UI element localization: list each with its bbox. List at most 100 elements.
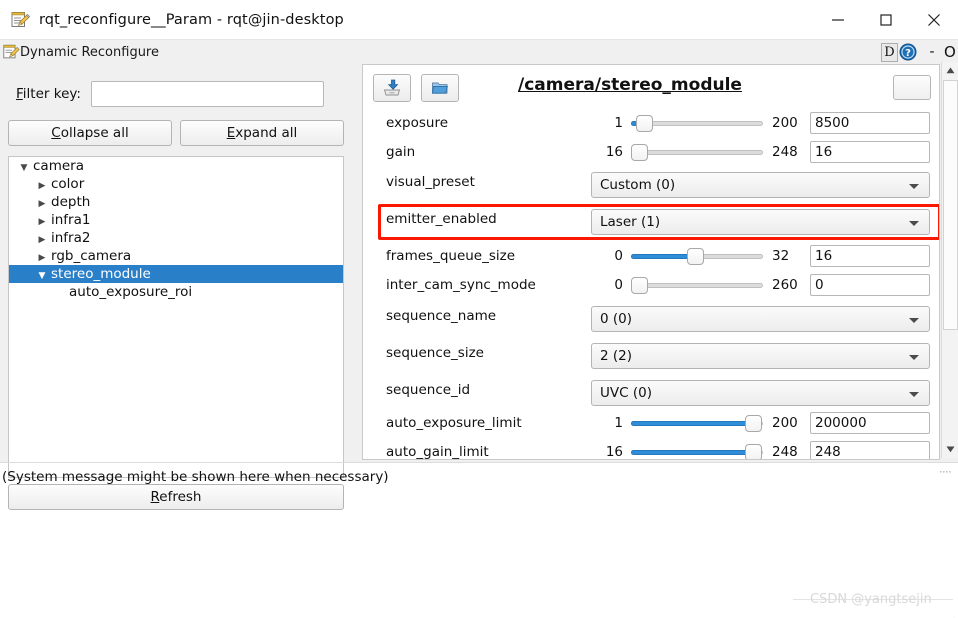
param-value-field[interactable]: 16	[810, 245, 930, 267]
param-max-value: 248	[772, 144, 798, 160]
param-value-field[interactable]: 248	[810, 441, 930, 459]
corner-grip	[945, 607, 955, 618]
param-combo[interactable]: 0 (0)	[591, 306, 930, 332]
slider-handle[interactable]	[631, 144, 648, 161]
param-combo[interactable]: 2 (2)	[591, 343, 930, 369]
close-button[interactable]	[910, 0, 958, 40]
collapse-all-button[interactable]: Collapse all	[8, 120, 172, 146]
group-collapse-button[interactable]	[893, 75, 931, 100]
window-controls	[814, 0, 958, 40]
param-slider[interactable]	[631, 112, 763, 134]
chevron-right-icon[interactable]: ▶	[33, 230, 51, 246]
chevron-down-icon[interactable]: ▼	[33, 266, 51, 282]
tree-item-stereo-module[interactable]: ▼ stereo_module	[9, 265, 343, 283]
param-label: sequence_size	[386, 345, 484, 361]
param-value-field[interactable]: 0	[810, 274, 930, 296]
chevron-down-icon[interactable]	[909, 184, 919, 189]
chevron-right-icon[interactable]: ▶	[33, 194, 51, 210]
maximize-button[interactable]	[862, 0, 910, 40]
tree-item-color[interactable]: ▶ color	[9, 175, 343, 193]
tree-item-camera[interactable]: ▼ camera	[9, 157, 343, 175]
help-circle-icon[interactable]: ?	[899, 43, 917, 61]
param-label: frames_queue_size	[386, 248, 516, 264]
param-value-field[interactable]: 16	[810, 141, 930, 163]
open-folder-icon	[431, 82, 448, 94]
parameter-editor-panel: /camera/stereo_module exposure 1 200 850…	[360, 62, 958, 462]
param-value-field[interactable]: 8500	[810, 112, 930, 134]
param-slider[interactable]	[631, 141, 763, 163]
param-combo[interactable]: Laser (1)	[591, 209, 930, 235]
load-config-button[interactable]	[421, 74, 459, 102]
param-label: auto_exposure_limit	[386, 415, 522, 431]
param-min-value: 0	[614, 248, 623, 264]
param-slider[interactable]	[631, 412, 763, 434]
param-label: sequence_id	[386, 382, 471, 398]
slider-fill	[631, 421, 749, 426]
tree-item-auto-exposure-roi[interactable]: auto_exposure_roi	[9, 283, 343, 301]
filter-key-input[interactable]	[90, 81, 324, 107]
tree-item-label: infra2	[51, 230, 91, 246]
param-row-auto-exposure-limit: auto_exposure_limit 1 200 200000	[363, 411, 939, 435]
slider-handle[interactable]	[631, 277, 648, 294]
status-separator	[0, 462, 958, 463]
tree-item-label: stereo_module	[51, 266, 151, 282]
main-content-area: Filter key: Collapse all Expand all ▼ ca…	[0, 62, 958, 510]
resize-grip[interactable]	[940, 458, 952, 473]
chevron-down-icon[interactable]	[909, 318, 919, 323]
tree-item-depth[interactable]: ▶ depth	[9, 193, 343, 211]
editor-toolbar	[373, 73, 469, 103]
param-row-emitter-enabled: emitter_enabled Laser (1)	[363, 206, 939, 236]
param-max-value: 200	[772, 415, 798, 431]
parameter-tree-panel: Filter key: Collapse all Expand all ▼ ca…	[0, 64, 352, 510]
param-label: auto_gain_limit	[386, 444, 489, 460]
slider-handle[interactable]	[745, 444, 762, 459]
tree-item-label: infra1	[51, 212, 91, 228]
filter-row: Filter key:	[16, 80, 342, 108]
page-title: /camera/stereo_module	[518, 75, 742, 95]
param-max-value: 248	[772, 444, 798, 460]
combo-value: Laser (1)	[600, 214, 661, 230]
slider-handle[interactable]	[745, 415, 762, 432]
editor-vertical-scrollbar[interactable]	[941, 62, 958, 458]
slider-handle[interactable]	[687, 248, 704, 265]
scroll-up-button[interactable]	[942, 62, 958, 79]
param-slider[interactable]	[631, 441, 763, 459]
scrollbar-thumb[interactable]	[943, 80, 958, 330]
chevron-down-icon[interactable]: ▼	[15, 158, 33, 174]
param-slider[interactable]	[631, 245, 763, 267]
parameter-tree[interactable]: ▼ camera ▶ color ▶ depth ▶ infra1 ▶ infr…	[8, 156, 344, 478]
chevron-down-icon[interactable]	[909, 355, 919, 360]
tree-item-rgb-camera[interactable]: ▶ rgb_camera	[9, 247, 343, 265]
window-title: rqt_reconfigure__Param - rqt@jin-desktop	[39, 11, 344, 28]
param-slider[interactable]	[631, 274, 763, 296]
slider-track	[631, 283, 763, 288]
chevron-right-icon[interactable]: ▶	[33, 212, 51, 228]
param-row-sequence-name: sequence_name 0 (0)	[363, 303, 939, 333]
slider-handle[interactable]	[636, 115, 653, 132]
tree-item-label: rgb_camera	[51, 248, 132, 264]
combo-value: 2 (2)	[600, 348, 633, 364]
tree-item-infra1[interactable]: ▶ infra1	[9, 211, 343, 229]
param-row-exposure: exposure 1 200 8500	[363, 111, 939, 135]
save-config-button[interactable]	[373, 74, 411, 102]
chevron-down-icon[interactable]	[909, 392, 919, 397]
filter-key-label: Filter key:	[16, 86, 81, 102]
slider-fill	[631, 254, 693, 259]
plugin-minimize-button[interactable]: -	[924, 44, 940, 60]
param-value-field[interactable]: 200000	[810, 412, 930, 434]
param-combo[interactable]: UVC (0)	[591, 380, 930, 406]
scroll-down-button[interactable]	[942, 441, 958, 458]
expand-all-button[interactable]: Expand all	[180, 120, 344, 146]
minimize-button[interactable]	[814, 0, 862, 40]
tree-item-infra2[interactable]: ▶ infra2	[9, 229, 343, 247]
refresh-button[interactable]: Refresh	[8, 484, 344, 510]
dock-toggle-button[interactable]: D	[881, 42, 898, 62]
notepad-pencil-icon	[2, 43, 20, 65]
param-combo[interactable]: Custom (0)	[591, 172, 930, 198]
chevron-down-icon[interactable]	[909, 221, 919, 226]
plugin-float-button[interactable]: O	[944, 43, 958, 61]
chevron-right-icon[interactable]: ▶	[33, 248, 51, 264]
param-row-visual-preset: visual_preset Custom (0)	[363, 169, 939, 199]
chevron-right-icon[interactable]: ▶	[33, 176, 51, 192]
watermark-text: CSDN @yangtsejin	[810, 592, 932, 607]
